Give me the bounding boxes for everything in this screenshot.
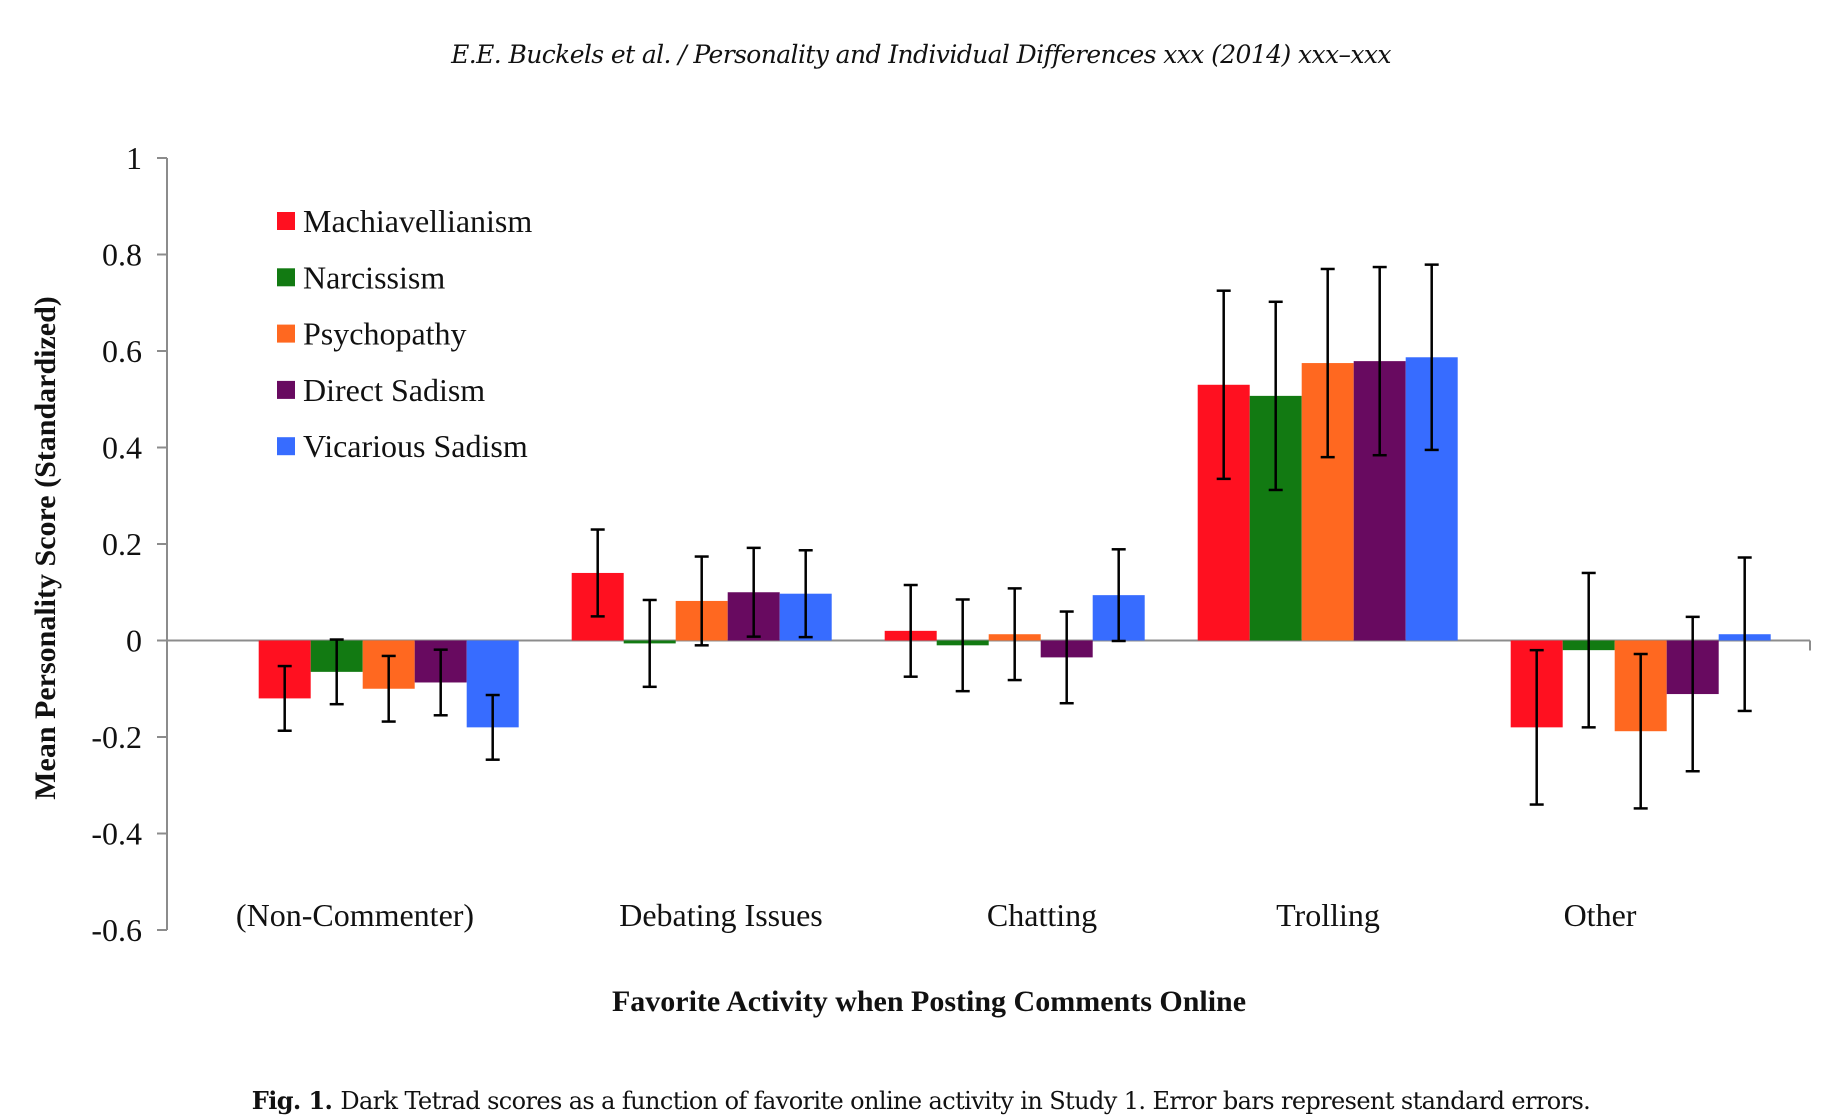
- legend-item: Vicarious Sadism: [277, 428, 528, 464]
- category-label: Other: [1564, 897, 1637, 933]
- y-tick-label: -0.4: [91, 816, 142, 852]
- bar-chart: 1 0.8 0.6 0.4 0.2 0 -0.2 -0.4 -0.6 (Non-Commenter…: [29, 140, 1811, 1018]
- legend-swatch: [277, 212, 295, 230]
- legend-item: Machiavellianism: [277, 203, 532, 239]
- legend-label: Machiavellianism: [303, 203, 532, 239]
- legend-label: Vicarious Sadism: [303, 428, 528, 464]
- y-tick-label: -0.2: [91, 719, 142, 755]
- category-label: (Non-Commenter): [236, 897, 474, 933]
- legend-swatch: [277, 324, 295, 343]
- y-tick-label: 0.4: [102, 430, 142, 466]
- x-axis-title: Favorite Activity when Posting Comments …: [612, 985, 1246, 1018]
- category-label: Debating Issues: [619, 897, 823, 933]
- category-label: Trolling: [1276, 897, 1380, 933]
- y-tick-label: 0: [126, 623, 142, 659]
- y-tick-label: 1: [126, 140, 142, 176]
- category-label: Chatting: [987, 897, 1097, 933]
- legend-label: Direct Sadism: [303, 372, 485, 408]
- y-axis-title: Mean Personality Score (Standardized): [29, 296, 62, 800]
- legend-item: Psychopathy: [277, 316, 467, 352]
- legend-label: Narcissism: [303, 259, 445, 295]
- legend-label: Psychopathy: [303, 316, 467, 352]
- legend-swatch: [277, 380, 295, 399]
- legend-swatch: [277, 268, 295, 287]
- legend: Machiavellianism Narcissism Psychopathy Dir…: [277, 203, 532, 464]
- legend-item: Narcissism: [277, 259, 445, 295]
- caption-label: Fig. 1.: [251, 1086, 333, 1115]
- y-tick-label: -0.6: [91, 912, 142, 948]
- figure-caption: Fig. 1. Dark Tetrad scores as a function …: [0, 1086, 1842, 1115]
- legend-swatch: [277, 437, 295, 456]
- caption-text: Dark Tetrad scores as a function of favo…: [340, 1087, 1591, 1115]
- y-tick-label: 0.6: [102, 333, 142, 369]
- legend-item: Direct Sadism: [277, 372, 485, 408]
- y-tick-label: 0.2: [102, 526, 142, 562]
- y-tick-label: 0.8: [102, 237, 142, 273]
